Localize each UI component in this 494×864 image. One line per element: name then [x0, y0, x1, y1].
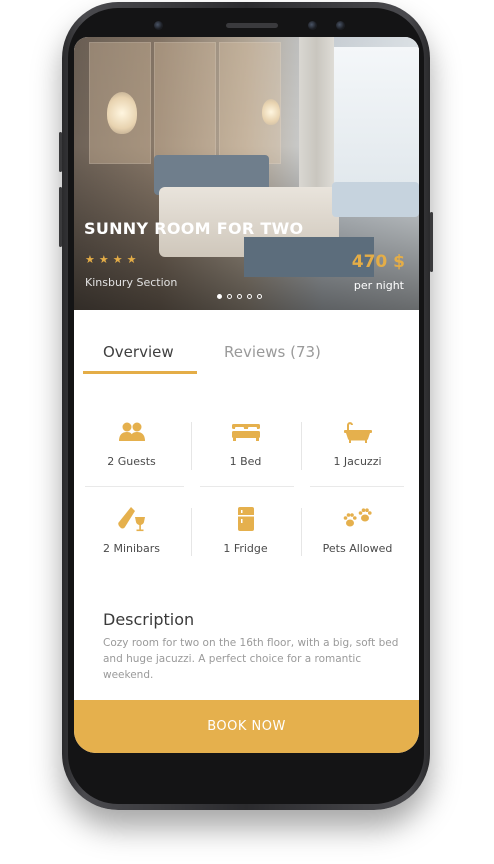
carousel-dot[interactable]: [257, 294, 262, 299]
price: 470 $: [351, 252, 405, 272]
sensor-icon: [336, 21, 345, 30]
description-text: Cozy room for two on the 16th floor, wit…: [103, 637, 399, 681]
section-label: Kinsbury Section: [85, 276, 178, 289]
amenity-label: 1 Jacuzzi: [333, 455, 382, 468]
amenity-label: 1 Fridge: [223, 542, 268, 555]
tab-overview[interactable]: Overview: [103, 343, 174, 361]
amenity-fridge: 1 Fridge: [191, 507, 300, 555]
divider: [310, 486, 404, 487]
wall-panel: [154, 42, 216, 164]
room-photo[interactable]: SUNNY ROOM FOR TWO ★★★★ Kinsbury Section…: [74, 37, 419, 310]
minibar-icon: [77, 507, 186, 532]
pendant-lamp: [107, 92, 137, 134]
divider: [301, 508, 302, 556]
amenity-jacuzzi: 1 Jacuzzi: [303, 420, 412, 468]
amenity-label: 2 Minibars: [102, 542, 161, 555]
carousel-dot[interactable]: [217, 294, 222, 299]
carousel-dot[interactable]: [237, 294, 242, 299]
volume-button: [59, 132, 62, 172]
fridge-icon: [191, 507, 300, 531]
speaker-grille: [226, 23, 278, 28]
price-unit: per night: [353, 279, 404, 292]
amenity-bed: 1 Bed: [191, 420, 300, 468]
active-tab-indicator: [83, 371, 197, 374]
guests-icon: [77, 420, 186, 444]
amenity-label: 1 Bed: [229, 455, 262, 468]
divider: [200, 486, 294, 487]
carousel-dot[interactable]: [247, 294, 252, 299]
amenity-label: Pets Allowed: [322, 542, 393, 555]
paw-icon: [303, 507, 412, 531]
amenity-pets: Pets Allowed: [303, 507, 412, 555]
power-button: [430, 212, 433, 272]
amenity-minibars: 2 Minibars: [77, 507, 186, 555]
carousel-dots: [217, 294, 262, 299]
tab-reviews[interactable]: Reviews (73): [224, 343, 321, 361]
divider: [301, 422, 302, 470]
bathtub-icon: [303, 420, 412, 444]
book-now-button[interactable]: BOOK NOW: [74, 700, 419, 753]
amenity-label: 2 Guests: [107, 455, 156, 468]
app-screen: SUNNY ROOM FOR TWO ★★★★ Kinsbury Section…: [74, 37, 419, 753]
room-title: SUNNY ROOM FOR TWO: [84, 219, 304, 238]
sofa: [332, 182, 419, 217]
divider: [85, 486, 184, 487]
rating-stars: ★★★★: [85, 253, 141, 266]
sensor-icon: [154, 21, 163, 30]
amenity-guests: 2 Guests: [77, 420, 186, 468]
carousel-dot[interactable]: [227, 294, 232, 299]
bed-icon: [191, 420, 300, 444]
volume-button: [59, 187, 62, 247]
description-title: Description: [103, 610, 195, 629]
front-camera-icon: [308, 21, 317, 30]
pendant-lamp: [262, 99, 280, 125]
